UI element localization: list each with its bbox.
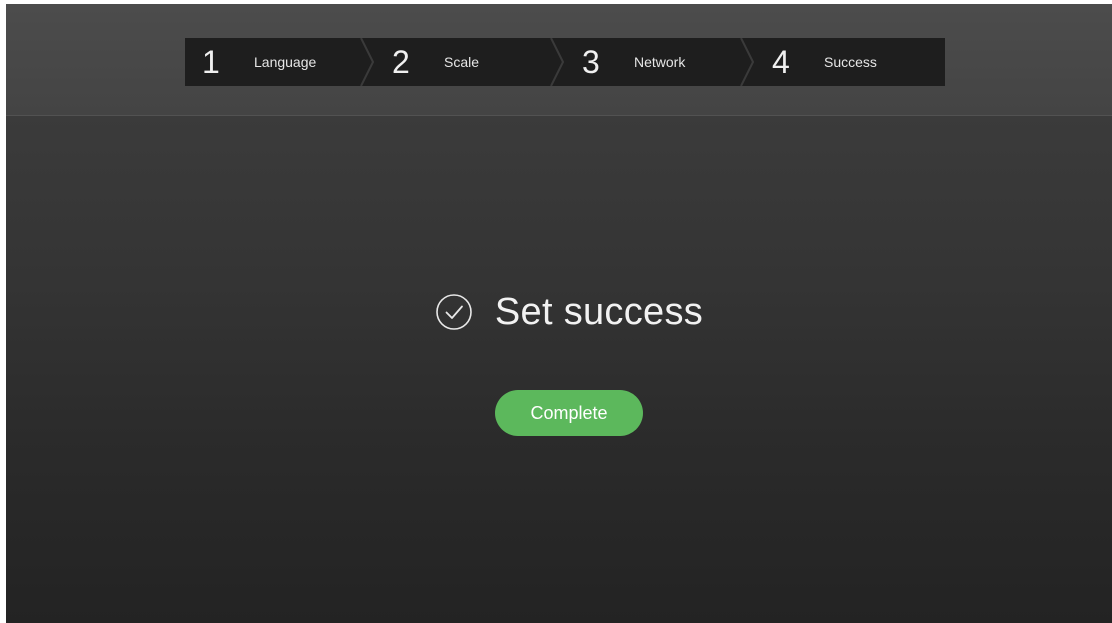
status-message: Set success: [494, 290, 704, 333]
step-label: Language: [254, 54, 317, 70]
step-number: 1: [202, 44, 220, 80]
setup-stepper: 1 Language 2 Scale 3 Network 4 Success: [185, 38, 945, 86]
step-number: 4: [772, 44, 790, 80]
step-label: Network: [634, 54, 686, 70]
step-network: 3 Network: [565, 38, 755, 86]
step-label: Success: [824, 54, 877, 70]
step-success: 4 Success: [755, 38, 945, 86]
step-language: 1 Language: [185, 38, 375, 86]
status-line: Set success: [435, 284, 703, 340]
chevron-right-icon: [360, 38, 375, 86]
result-panel: Set success Complete: [6, 284, 1112, 436]
chevron-right-icon: [740, 38, 755, 86]
step-label: Scale: [444, 54, 480, 70]
step-number: 2: [392, 44, 410, 80]
chevron-right-icon: [550, 38, 565, 86]
setup-wizard-screen: 1 Language 2 Scale 3 Network 4 Success S…: [6, 4, 1112, 623]
complete-button[interactable]: Complete: [495, 390, 643, 436]
header-band: 1 Language 2 Scale 3 Network 4 Success: [6, 4, 1112, 116]
check-circle-icon: [436, 294, 472, 330]
step-scale: 2 Scale: [375, 38, 565, 86]
step-number: 3: [582, 44, 600, 80]
